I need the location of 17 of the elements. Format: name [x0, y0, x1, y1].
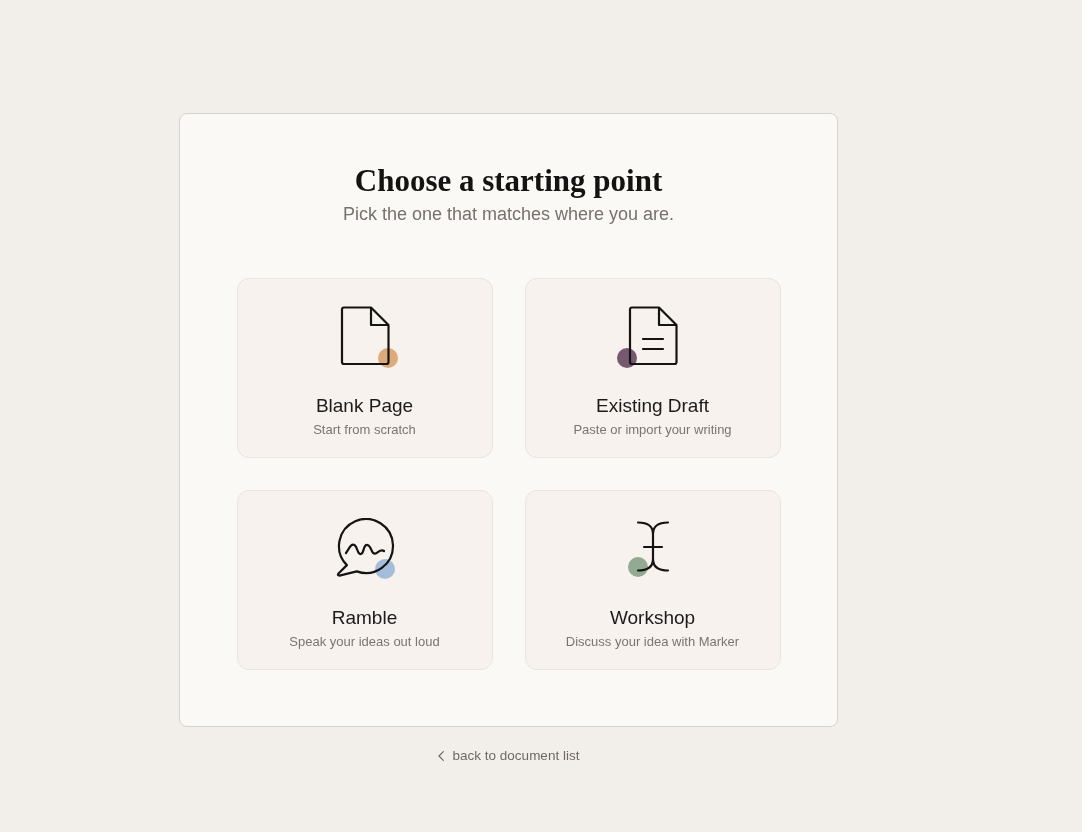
- option-title: Existing Draft: [596, 394, 709, 418]
- dialog-subtitle: Pick the one that matches where you are.: [342, 203, 675, 226]
- dialog-title: Choose a starting point: [354, 163, 663, 199]
- option-description: Speak your ideas out loud: [289, 633, 440, 651]
- option-description: Discuss your idea with Marker: [565, 633, 740, 651]
- chevron-left-icon: [437, 751, 444, 761]
- option-card[interactable]: Workshop Discuss your idea with Marker: [524, 490, 781, 670]
- option-card[interactable]: Blank Page Start from scratch: [236, 278, 493, 458]
- option-title: Workshop: [609, 606, 696, 630]
- option-card[interactable]: Ramble Speak your ideas out loud: [236, 490, 493, 670]
- speech-bubble-icon: [334, 518, 395, 578]
- option-title: Blank Page: [315, 394, 414, 418]
- option-title: Ramble: [331, 606, 398, 630]
- option-description: Start from scratch: [313, 421, 416, 439]
- option-description: Paste or import your writing: [573, 421, 732, 439]
- back-link[interactable]: back to document list: [437, 747, 580, 765]
- option-card[interactable]: Existing Draft Paste or import your writing: [524, 278, 781, 458]
